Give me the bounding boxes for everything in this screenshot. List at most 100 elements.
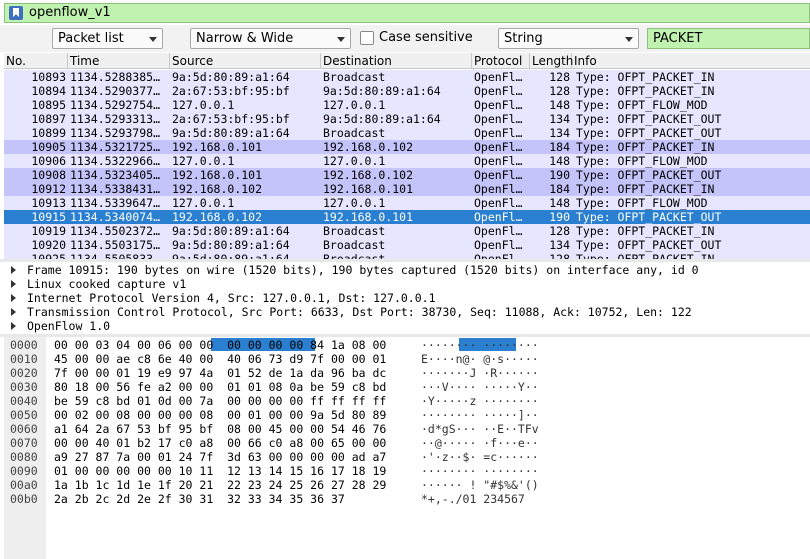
bytes-row[interactable]: 0010 45 00 00 ae c8 6e 40 00 40 06 73 d9 …: [4, 352, 810, 366]
packet-no: 10908: [31, 168, 66, 182]
bytes-row[interactable]: 0070 00 00 40 01 b2 17 c0 a8 00 66 c0 a8 …: [4, 436, 810, 450]
search-string-input[interactable]: PACKET: [647, 28, 810, 49]
bytes-row[interactable]: 0080 a9 27 87 7a 00 01 24 7f 3d 63 00 00 …: [4, 450, 810, 464]
bytes-row[interactable]: 00b0 2a 2b 2c 2d 2e 2f 30 31 32 33 34 35 …: [4, 492, 810, 506]
packet-list-header: No. Time Source Destination Protocol Len…: [4, 53, 810, 69]
column-header-length[interactable]: Length: [530, 53, 573, 69]
packet-row[interactable]: 10897 1134.5293313… 2a:67:53:bf:95:bf 9a:5d…: [4, 112, 810, 126]
bytes-row[interactable]: 0090 01 00 00 00 00 00 10 11 12 13 14 15 …: [4, 464, 810, 478]
chevron-down-icon: [149, 37, 157, 42]
packet-no: 10906: [31, 154, 66, 168]
packet-source: 192.168.0.102: [172, 210, 263, 224]
packet-time: 1134.5288385…: [70, 70, 161, 84]
case-sensitive-label[interactable]: Case sensitive: [379, 30, 473, 46]
byte-hex: 00 00 40 01 b2 17 c0 a8 00 66 c0 a8 00 6…: [54, 436, 387, 450]
packet-length: 128: [549, 252, 570, 259]
packet-protocol: OpenFl…: [474, 210, 523, 224]
packet-row[interactable]: 10915 1134.5340074… 192.168.0.102 192.168.0…: [4, 210, 810, 224]
bookmark-icon[interactable]: [9, 6, 23, 20]
byte-ascii: ·d*gS··· ··E··TFv: [421, 422, 539, 436]
packet-info: Type: OFPT_PACKET_OUT: [576, 126, 722, 140]
column-header-source[interactable]: Source: [170, 53, 321, 69]
byte-hex: be 59 c8 bd 01 0d 00 7a 00 00 00 00 ff f…: [54, 394, 387, 408]
packet-length: 128: [549, 84, 570, 98]
display-filter-input[interactable]: openflow_v1: [29, 5, 111, 21]
packet-length: 148: [549, 98, 570, 112]
packet-row[interactable]: 10920 1134.5503175… 9a:5d:80:89:a1:64 Broad…: [4, 238, 810, 252]
search-type-select[interactable]: String: [498, 28, 639, 49]
bytes-row[interactable]: 0020 7f 00 00 01 19 e9 97 4a 01 52 de 1a …: [4, 366, 810, 380]
expand-arrow-icon[interactable]: [11, 280, 16, 288]
column-header-info[interactable]: Info: [572, 53, 810, 69]
column-header-no[interactable]: No.: [4, 53, 68, 69]
packet-row[interactable]: 10913 1134.5339647… 127.0.0.1 127.0.0.1 Open…: [4, 196, 810, 210]
character-width-value: Narrow & Wide: [196, 31, 294, 46]
byte-hex: 45 00 00 ae c8 6e 40 00 40 06 73 d9 7f 0…: [54, 352, 387, 366]
packet-source: 127.0.0.1: [172, 196, 235, 210]
packet-row[interactable]: 10894 1134.5290377… 2a:67:53:bf:95:bf 9a:5d…: [4, 84, 810, 98]
packet-length: 134: [549, 126, 570, 140]
byte-ascii: ···V···· ·····Y··: [421, 380, 539, 394]
packet-destination: 127.0.0.1: [323, 98, 386, 112]
bytes-row[interactable]: 00a0 1a 1b 1c 1d 1e 1f 20 21 22 23 24 25 …: [4, 478, 810, 492]
byte-offset: 0010: [10, 352, 38, 366]
packet-protocol: OpenFl…: [474, 252, 523, 259]
packet-source: 9a:5d:80:89:a1:64: [172, 252, 290, 259]
packet-source: 192.168.0.101: [172, 140, 263, 154]
bytes-row[interactable]: 0030 80 18 00 56 fe a2 00 00 01 01 08 0a …: [4, 380, 810, 394]
packet-row[interactable]: 10895 1134.5292754… 127.0.0.1 127.0.0.1 Open…: [4, 98, 810, 112]
character-width-select[interactable]: Narrow & Wide: [190, 28, 351, 49]
packet-time: 1134.5323405…: [70, 168, 161, 182]
packet-row[interactable]: 10908 1134.5323405… 192.168.0.101 192.168.0…: [4, 168, 810, 182]
expand-arrow-icon[interactable]: [11, 294, 16, 302]
display-filter-bar[interactable]: openflow_v1: [4, 3, 810, 23]
packet-row[interactable]: 10905 1134.5321725… 192.168.0.101 192.168.0…: [4, 140, 810, 154]
packet-row[interactable]: 10893 1134.5288385… 9a:5d:80:89:a1:64 Broad…: [4, 70, 810, 84]
packet-time: 1134.5502372…: [70, 224, 161, 238]
bytes-row[interactable]: 0040 be 59 c8 bd 01 0d 00 7a 00 00 00 00 …: [4, 394, 810, 408]
packet-list[interactable]: No. Time Source Destination Protocol Len…: [4, 53, 810, 259]
packet-bytes[interactable]: 0000 00 00 03 04 00 06 00 00 00 00 00 00 …: [4, 337, 810, 559]
expand-arrow-icon[interactable]: [11, 266, 16, 274]
packet-destination: Broadcast: [323, 70, 386, 84]
packet-destination: 127.0.0.1: [323, 196, 386, 210]
byte-offset: 0050: [10, 408, 38, 422]
column-header-destination[interactable]: Destination: [321, 53, 472, 69]
bytes-row[interactable]: 0050 00 02 00 08 00 00 00 08 00 01 00 00 …: [4, 408, 810, 422]
packet-row[interactable]: 10906 1134.5322966… 127.0.0.1 127.0.0.1 Open…: [4, 154, 810, 168]
column-header-time[interactable]: Time: [68, 53, 170, 69]
packet-no: 10920: [31, 238, 66, 252]
byte-hex: 80 18 00 56 fe a2 00 00 01 01 08 0a be 5…: [54, 380, 387, 394]
packet-row[interactable]: 10919 1134.5502372… 9a:5d:80:89:a1:64 Broad…: [4, 224, 810, 238]
packet-row[interactable]: 10925 1134.5505833… 9a:5d:80:89:a1:64 Broad…: [4, 252, 810, 259]
detail-row-tcp[interactable]: Transmission Control Protocol, Src Port:…: [4, 305, 810, 319]
byte-hex: 2a 2b 2c 2d 2e 2f 30 31 32 33 34 35 36 3…: [54, 492, 345, 506]
bytes-row[interactable]: 0000 00 00 03 04 00 06 00 00 00 00 00 00 …: [4, 338, 810, 352]
packet-info: Type: OFPT_PACKET_IN: [576, 70, 715, 84]
packet-protocol: OpenFl…: [474, 224, 523, 238]
bytes-row[interactable]: 0060 a1 64 2a 67 53 bf 95 bf 08 00 45 00 …: [4, 422, 810, 436]
expand-arrow-icon[interactable]: [11, 322, 16, 330]
packet-time: 1134.5321725…: [70, 140, 161, 154]
packet-details[interactable]: Frame 10915: 190 bytes on wire (1520 bit…: [4, 262, 810, 334]
packet-row[interactable]: 10899 1134.5293798… 9a:5d:80:89:a1:64 Broad…: [4, 126, 810, 140]
column-header-protocol[interactable]: Protocol: [472, 53, 530, 69]
detail-row-frame[interactable]: Frame 10915: 190 bytes on wire (1520 bit…: [4, 263, 810, 277]
packet-info: Type: OFPT_PACKET_IN: [576, 224, 715, 238]
packet-info: Type: OFPT_PACKET_OUT: [576, 210, 722, 224]
chevron-down-icon: [625, 37, 633, 42]
packet-destination: 192.168.0.101: [323, 182, 414, 196]
search-in-value: Packet list: [58, 31, 124, 46]
packet-length: 184: [549, 140, 570, 154]
packet-destination: 192.168.0.102: [323, 140, 414, 154]
detail-row-linux-cooked[interactable]: Linux cooked capture v1: [4, 277, 810, 291]
detail-row-ipv4[interactable]: Internet Protocol Version 4, Src: 127.0.…: [4, 291, 810, 305]
packet-no: 10895: [31, 98, 66, 112]
packet-row[interactable]: 10912 1134.5338431… 192.168.0.102 192.168.0…: [4, 182, 810, 196]
expand-arrow-icon[interactable]: [11, 308, 16, 316]
search-in-select[interactable]: Packet list: [52, 28, 163, 49]
case-sensitive-checkbox[interactable]: [360, 31, 374, 45]
packet-length: 148: [549, 196, 570, 210]
detail-row-openflow[interactable]: OpenFlow 1.0: [4, 319, 810, 333]
packet-destination: Broadcast: [323, 126, 386, 140]
